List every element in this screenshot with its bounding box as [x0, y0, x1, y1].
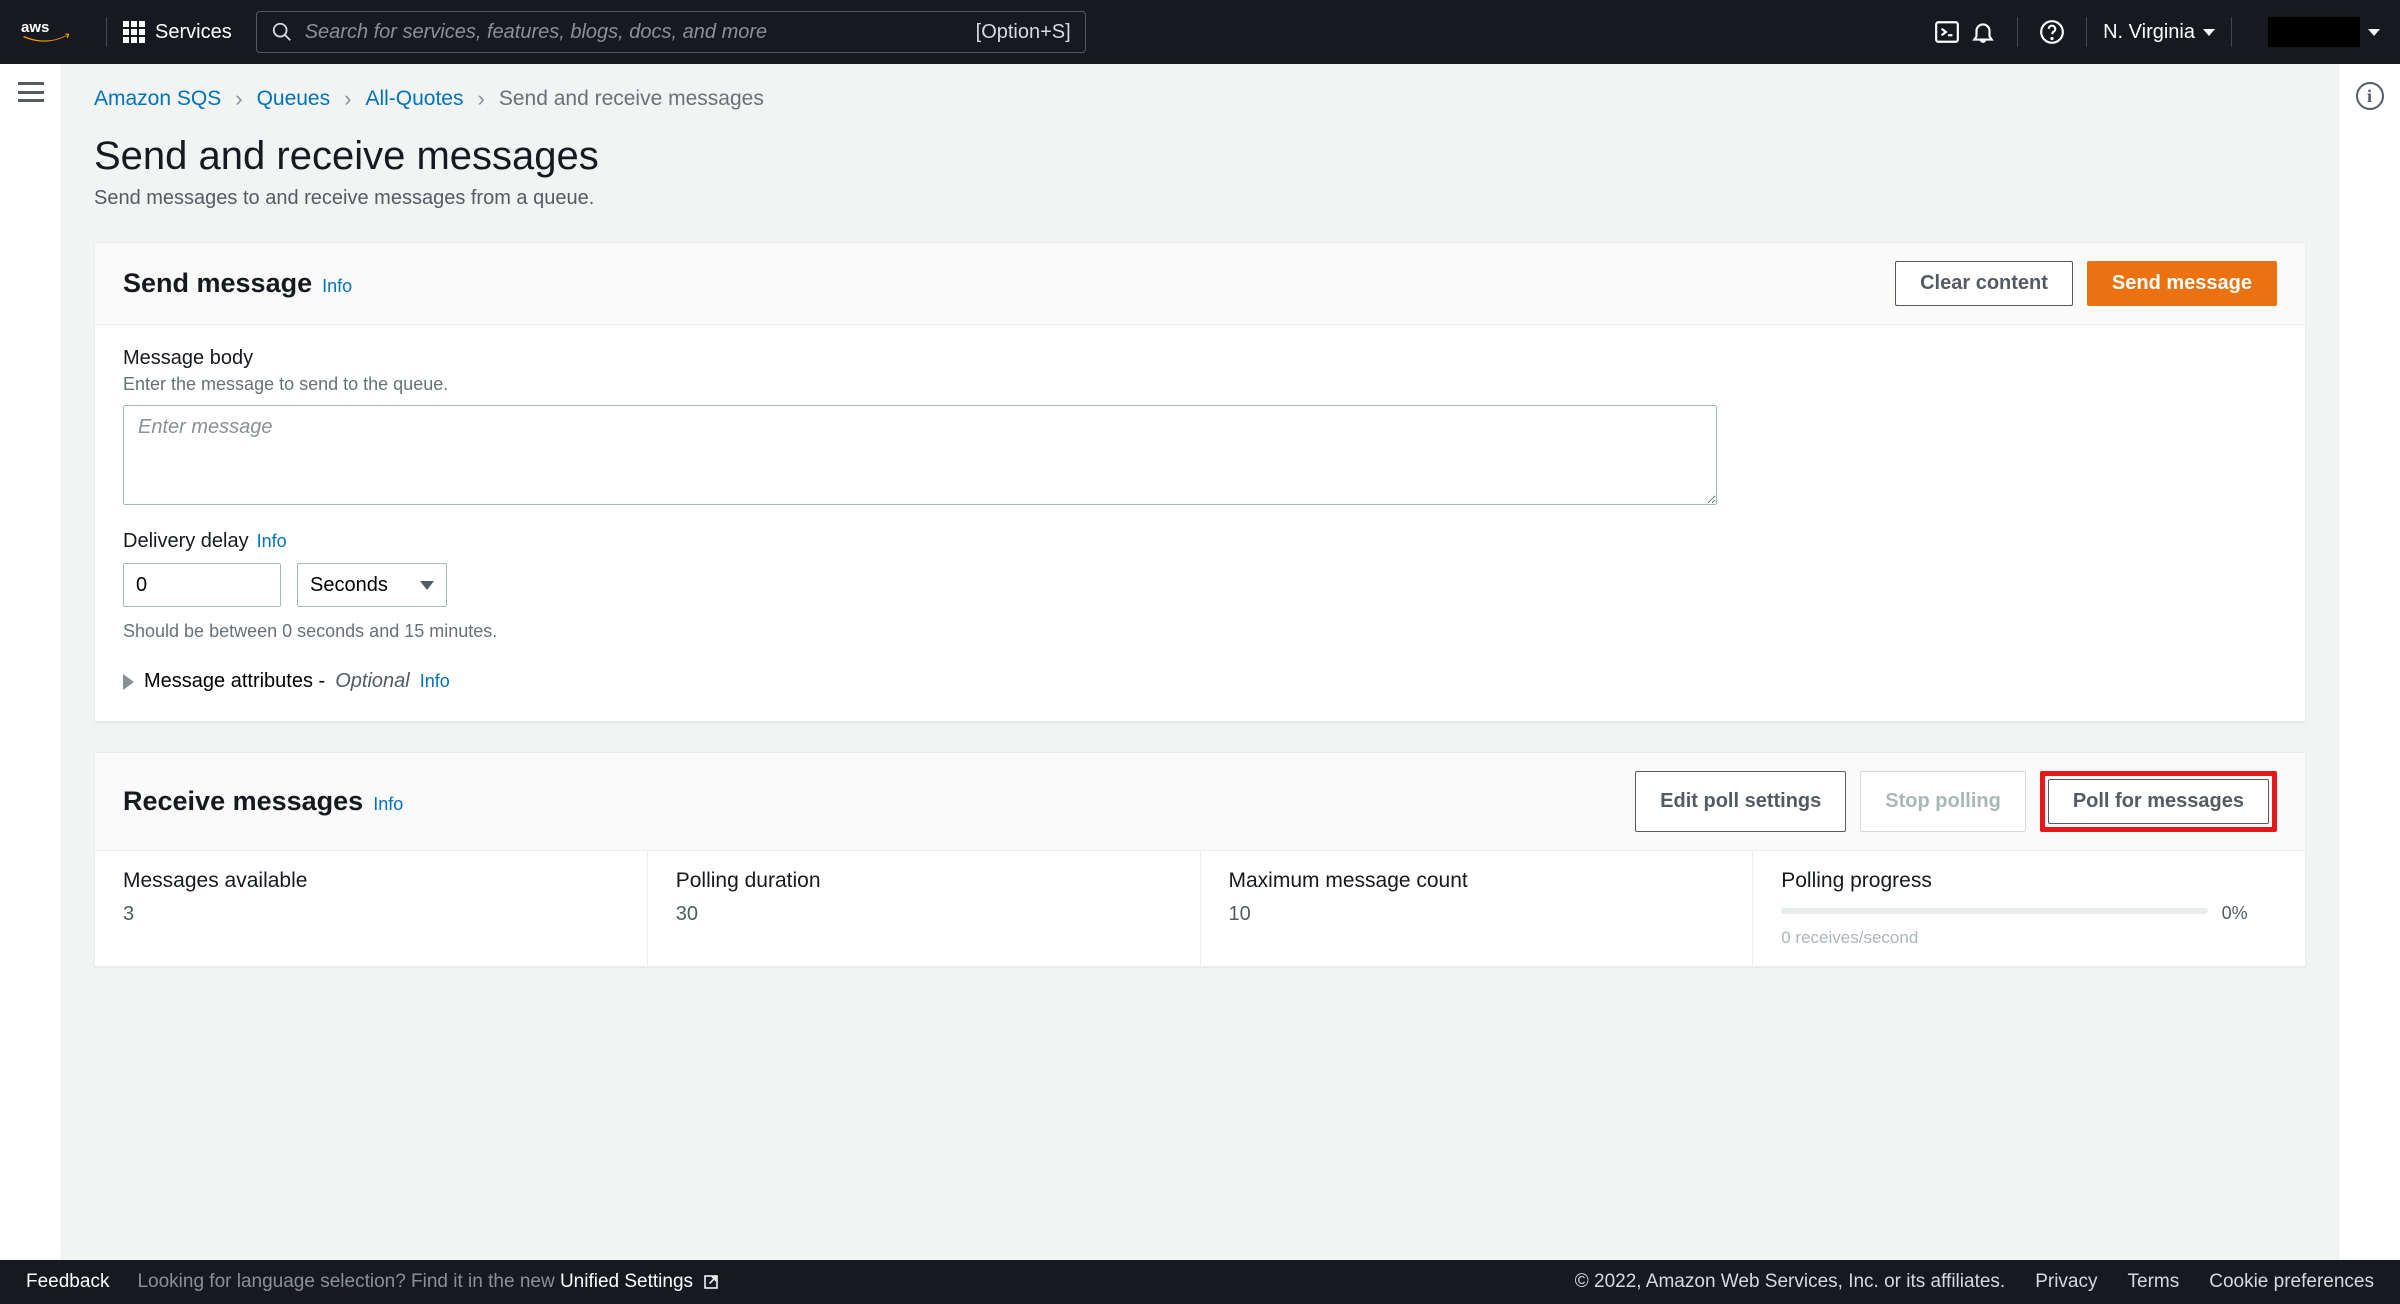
external-link-icon	[702, 1273, 720, 1291]
nav-divider	[106, 17, 107, 47]
terms-link[interactable]: Terms	[2128, 1271, 2180, 1293]
breadcrumb-link[interactable]: All-Quotes	[365, 87, 463, 111]
message-body-label: Message body	[123, 347, 2277, 370]
receive-messages-panel: Receive messages Info Edit poll settings…	[94, 752, 2306, 967]
feedback-link[interactable]: Feedback	[26, 1271, 109, 1293]
footer: Feedback Looking for language selection?…	[0, 1260, 2400, 1304]
stop-polling-button: Stop polling	[1860, 771, 2026, 832]
delivery-delay-label: Delivery delay	[123, 530, 249, 553]
aws-logo[interactable]: aws	[20, 17, 72, 47]
side-nav-toggle[interactable]	[18, 82, 44, 102]
svg-text:aws: aws	[21, 19, 49, 36]
edit-poll-settings-button[interactable]: Edit poll settings	[1635, 771, 1846, 832]
caret-down-icon	[2368, 29, 2380, 36]
info-link[interactable]: Info	[322, 276, 352, 297]
chevron-right-icon: ›	[235, 86, 242, 112]
services-grid-icon	[123, 21, 145, 43]
message-body-input[interactable]	[123, 405, 1717, 505]
polling-progress-label: Polling progress	[1781, 869, 2277, 893]
nav-divider	[2017, 17, 2018, 47]
chevron-right-icon: ›	[344, 86, 351, 112]
nav-divider	[2086, 17, 2087, 47]
delivery-delay-input[interactable]	[123, 563, 281, 607]
account-redacted[interactable]	[2268, 17, 2360, 47]
clear-content-button[interactable]: Clear content	[1895, 261, 2073, 306]
copyright: © 2022, Amazon Web Services, Inc. or its…	[1575, 1271, 2005, 1293]
receive-stats: Messages available 3 Polling duration 30…	[95, 851, 2305, 966]
services-label: Services	[155, 21, 232, 44]
search-icon	[271, 21, 293, 43]
polling-progress-pct: 0%	[2222, 903, 2248, 924]
delivery-delay-hint: Should be between 0 seconds and 15 minut…	[123, 621, 2277, 642]
max-message-count-label: Maximum message count	[1229, 869, 1725, 893]
message-body-desc: Enter the message to send to the queue.	[123, 374, 2277, 395]
max-message-count-value: 10	[1229, 903, 1725, 926]
panel-title: Send message	[123, 268, 312, 299]
caret-down-icon	[2203, 29, 2215, 36]
breadcrumb-link[interactable]: Queues	[257, 87, 331, 111]
breadcrumb: Amazon SQS › Queues › All-Quotes › Send …	[94, 86, 2306, 112]
page-subtitle: Send messages to and receive messages fr…	[94, 187, 2306, 210]
top-nav: aws Services [Option+S] N. Virginia	[0, 0, 2400, 64]
message-attributes-label: Message attributes -	[144, 670, 325, 693]
send-message-panel: Send message Info Clear content Send mes…	[94, 242, 2306, 722]
info-link[interactable]: Info	[373, 794, 403, 815]
main-content: Amazon SQS › Queues › All-Quotes › Send …	[62, 64, 2338, 1260]
chevron-right-icon: ›	[478, 86, 485, 112]
help-icon[interactable]	[2034, 14, 2070, 50]
tutorial-highlight: Poll for messages	[2040, 771, 2277, 832]
search-shortcut-hint: [Option+S]	[976, 21, 1071, 44]
messages-available-value: 3	[123, 903, 619, 926]
polling-progress-bar	[1781, 908, 2207, 914]
info-link[interactable]: Info	[257, 531, 287, 552]
unified-settings-link[interactable]: Unified Settings	[560, 1271, 693, 1292]
help-panel-toggle[interactable]: i	[2356, 82, 2384, 110]
notifications-icon[interactable]	[1965, 14, 2001, 50]
page-title: Send and receive messages	[94, 134, 2306, 179]
region-selector[interactable]: N. Virginia	[2103, 21, 2215, 44]
caret-down-icon	[420, 581, 434, 590]
polling-duration-label: Polling duration	[676, 869, 1172, 893]
optional-label: Optional	[335, 670, 410, 693]
breadcrumb-link[interactable]: Amazon SQS	[94, 87, 221, 111]
cookie-preferences-link[interactable]: Cookie preferences	[2209, 1271, 2374, 1293]
delivery-delay-unit-select[interactable]: Seconds	[297, 563, 447, 607]
services-menu[interactable]: Services	[123, 21, 232, 44]
messages-available-label: Messages available	[123, 869, 619, 893]
caret-right-icon	[123, 674, 134, 690]
panel-title: Receive messages	[123, 786, 363, 817]
breadcrumb-current: Send and receive messages	[499, 87, 764, 111]
region-label: N. Virginia	[2103, 21, 2195, 44]
info-link[interactable]: Info	[420, 671, 450, 692]
global-search[interactable]: [Option+S]	[256, 11, 1086, 53]
right-rail: i	[2338, 64, 2400, 1260]
cloudshell-icon[interactable]	[1929, 14, 1965, 50]
send-message-button[interactable]: Send message	[2087, 261, 2277, 306]
select-value: Seconds	[310, 574, 388, 597]
nav-divider	[2231, 17, 2232, 47]
privacy-link[interactable]: Privacy	[2035, 1271, 2097, 1293]
message-attributes-toggle[interactable]: Message attributes - Optional Info	[123, 670, 2277, 693]
left-rail	[0, 64, 62, 1260]
search-input[interactable]	[305, 21, 966, 44]
language-hint: Looking for language selection? Find it …	[137, 1271, 720, 1293]
polling-duration-value: 30	[676, 903, 1172, 926]
polling-rate: 0 receives/second	[1781, 928, 2277, 948]
poll-for-messages-button[interactable]: Poll for messages	[2048, 779, 2269, 824]
